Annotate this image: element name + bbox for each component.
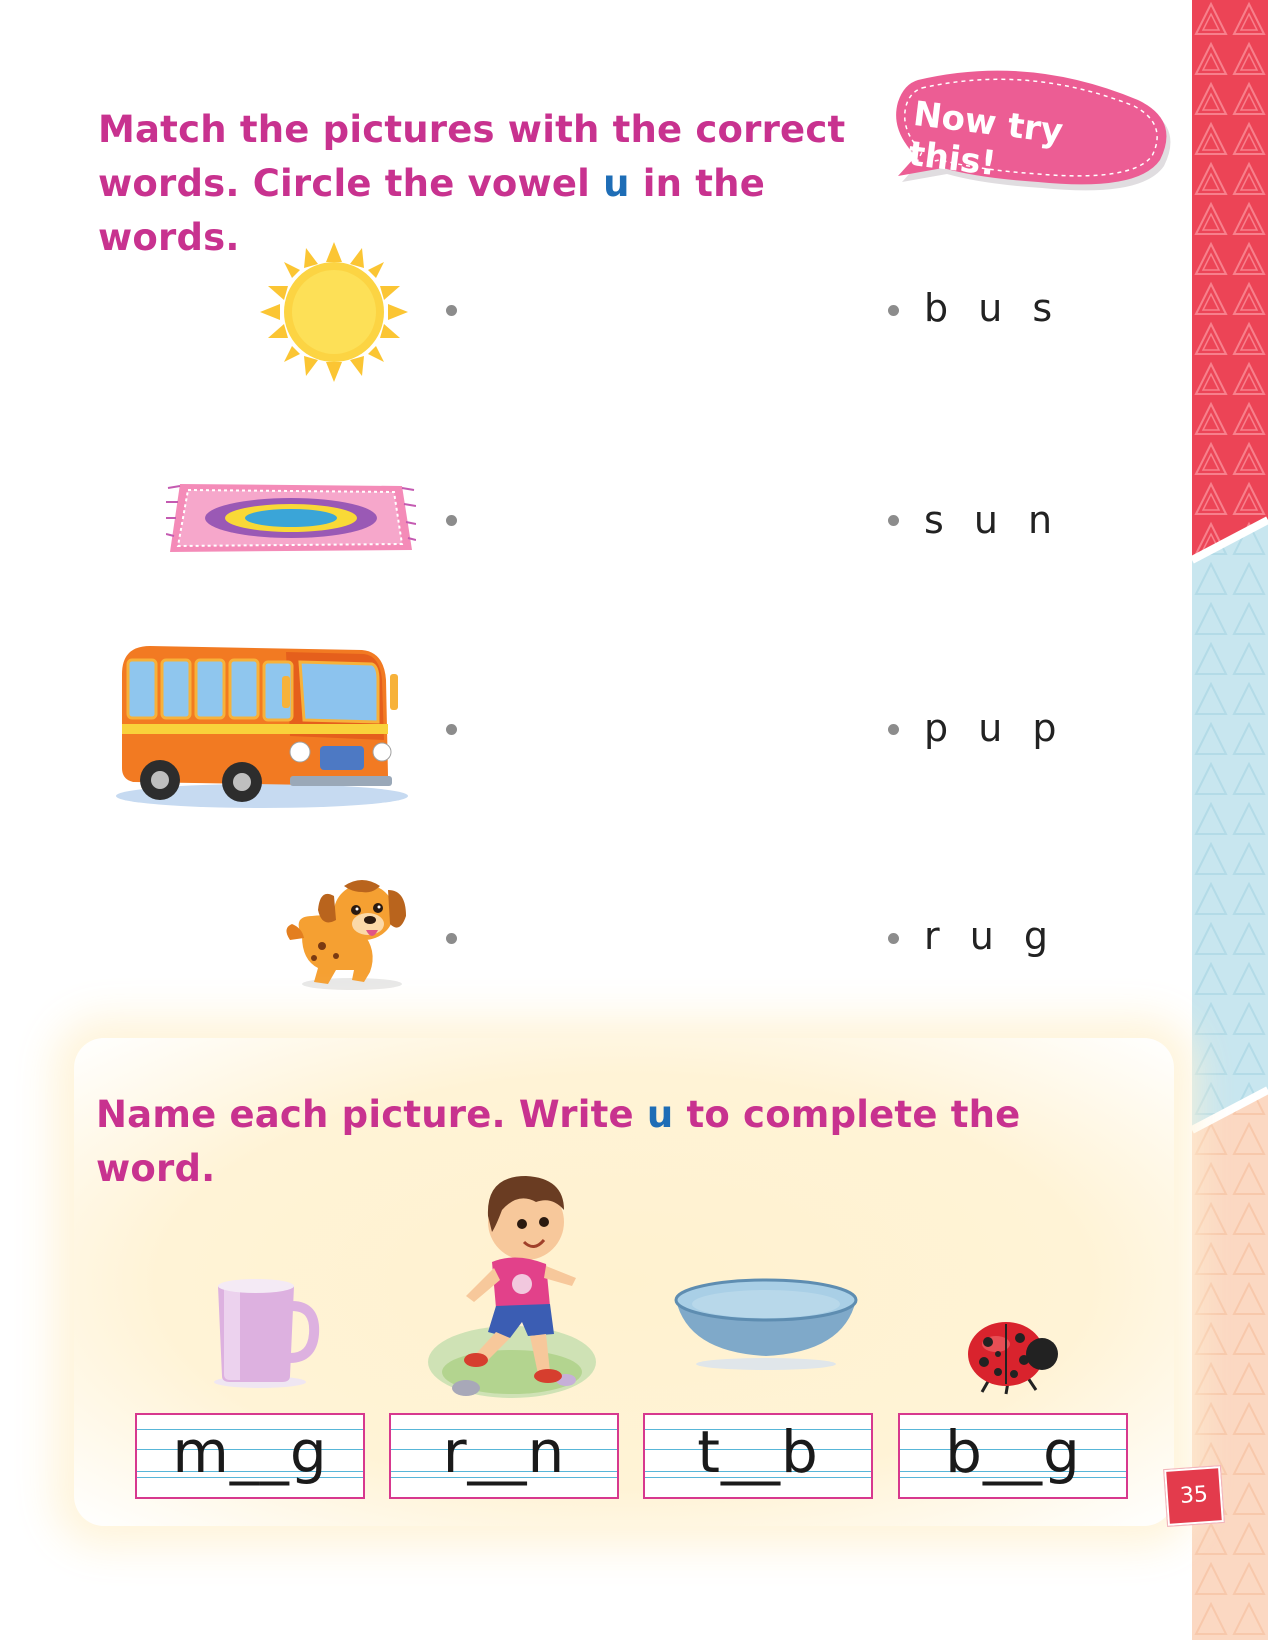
sun-picture (260, 242, 408, 382)
rug-picture (166, 484, 416, 552)
match-word-rug: r u g (924, 914, 1057, 958)
match-instructions-line2: words. Circle the vowel u in the words. (98, 157, 858, 265)
bus-picture (116, 646, 408, 808)
vowel-u-highlight: u (603, 162, 630, 205)
page-number: 35 (1164, 1466, 1224, 1526)
write-box-bug[interactable]: b__g (898, 1413, 1128, 1499)
run-picture (428, 1176, 596, 1398)
match-instructions-heading: Match the pictures with the correct word… (98, 103, 858, 265)
match-dot-right-2[interactable] (888, 515, 899, 526)
match-word-pup: p u p (924, 706, 1066, 750)
write-word-run: r__n (442, 1418, 566, 1486)
write-word-bug: b__g (945, 1418, 1081, 1486)
write-box-run[interactable]: r__n (389, 1413, 619, 1499)
vowel-u-highlight: u (646, 1093, 674, 1136)
match-dot-right-4[interactable] (888, 933, 899, 944)
match-dot-left-4[interactable] (446, 933, 457, 944)
match-word-sun: s u n (924, 498, 1062, 542)
write-box-mug[interactable]: m__g (135, 1413, 365, 1499)
bug-picture (968, 1322, 1058, 1395)
write-box-tub[interactable]: t__b (643, 1413, 873, 1499)
write-heading-start: Name each picture. Write (96, 1093, 647, 1136)
match-dot-right-3[interactable] (888, 724, 899, 735)
match-dot-left-1[interactable] (446, 305, 457, 316)
match-dot-left-3[interactable] (446, 724, 457, 735)
decorative-side-strip (1192, 0, 1268, 1640)
match-dot-right-1[interactable] (888, 305, 899, 316)
match-dot-left-2[interactable] (446, 515, 457, 526)
write-word-mug: m__g (172, 1418, 328, 1486)
mug-picture (214, 1279, 320, 1388)
pup-picture (286, 880, 406, 990)
match-instructions-line1: Match the pictures with the correct (98, 108, 846, 151)
match-word-bus: b u s (924, 286, 1062, 330)
write-word-tub: t__b (697, 1418, 819, 1486)
match-line2-start: words. Circle the vowel (98, 162, 604, 205)
tub-picture (674, 1278, 858, 1370)
